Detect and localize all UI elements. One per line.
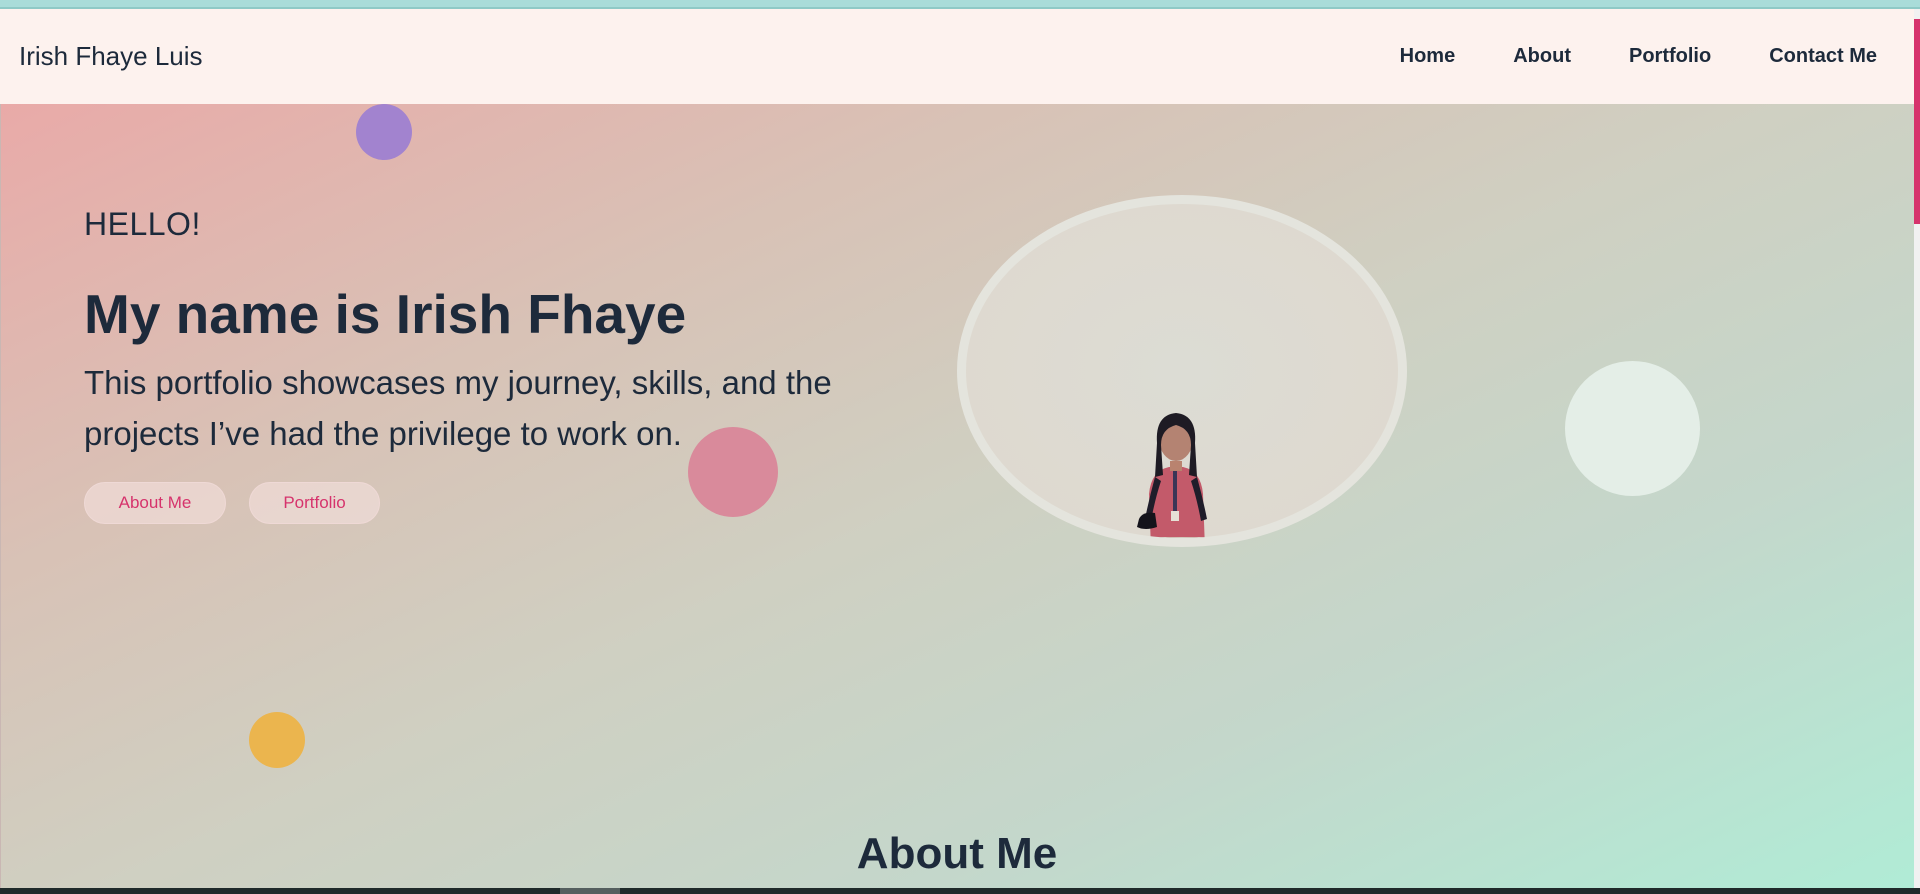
horizontal-scrollbar[interactable] [0, 888, 1920, 894]
nav-home[interactable]: Home [1400, 45, 1456, 68]
horizontal-scrollbar-thumb[interactable] [560, 888, 620, 894]
nav-contact[interactable]: Contact Me [1769, 45, 1877, 68]
nav-links: Home About Portfolio Contact Me [1342, 45, 1877, 68]
hero-edge [0, 104, 1, 894]
navbar: Irish Fhaye Luis Home About Portfolio Co… [0, 9, 1914, 104]
hero-greeting: HELLO! [84, 206, 201, 242]
decorative-yellow-circle [249, 712, 305, 768]
scrollbar-thumb[interactable] [1914, 19, 1920, 224]
nav-portfolio[interactable]: Portfolio [1629, 45, 1711, 68]
brand-name[interactable]: Irish Fhaye Luis [19, 41, 203, 72]
about-section-title: About Me [856, 829, 1058, 878]
nav-about[interactable]: About [1513, 45, 1571, 68]
hero-description: This portfolio showcases my journey, ski… [84, 364, 832, 452]
browser-top-strip [0, 0, 1920, 9]
portfolio-button[interactable]: Portfolio [249, 482, 380, 524]
about-me-button[interactable]: About Me [84, 482, 226, 524]
page-scrollbar[interactable] [1914, 9, 1920, 894]
hero-section: HELLO! My name is Irish Fhaye This portf… [0, 104, 1914, 894]
profile-photo-frame [957, 195, 1407, 547]
decorative-purple-circle [356, 104, 412, 160]
decorative-mint-circle [1565, 361, 1700, 496]
hero-headline: My name is Irish Fhaye [84, 283, 687, 345]
profile-photo [1137, 413, 1207, 538]
